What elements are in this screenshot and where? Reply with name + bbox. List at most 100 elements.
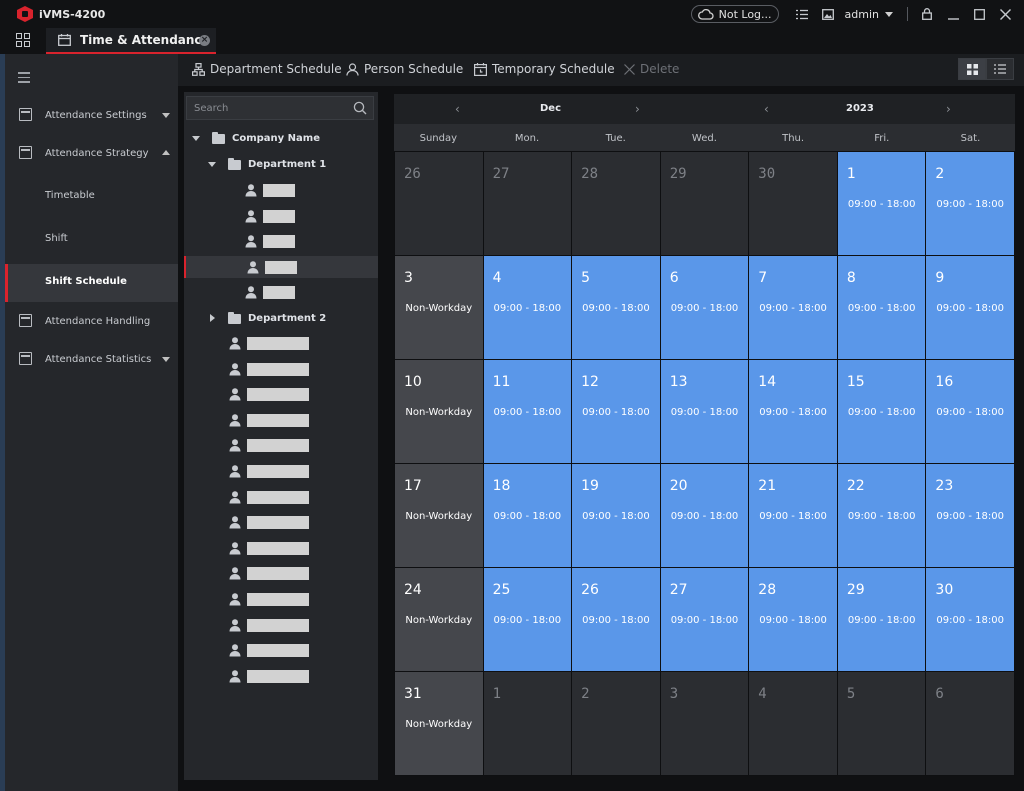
calendar-day-cell[interactable]: 22 09:00 - 18:00 [837,464,926,567]
calendar-day-cell[interactable]: 11 09:00 - 18:00 [483,360,572,463]
user-menu[interactable]: admin [845,8,893,21]
calendar-day-cell[interactable]: 10 Non-Workday [395,360,483,463]
tree-person-node[interactable] [184,614,378,636]
previous-month-icon[interactable]: ‹ [455,102,460,116]
calendar-day-cell[interactable]: 30 [749,152,837,255]
maximize-icon[interactable] [968,3,990,25]
calendar-day-cell[interactable]: 19 09:00 - 18:00 [572,464,660,567]
next-month-icon[interactable]: › [635,102,640,116]
calendar-day-cell[interactable]: 5 [837,672,926,775]
cloud-login-button[interactable]: Not Log... [690,5,779,23]
calendar-day-cell[interactable]: 2 [572,672,660,775]
expand-down-icon[interactable] [208,161,216,167]
calendar-day-cell[interactable]: 20 09:00 - 18:00 [660,464,749,567]
search-icon[interactable] [353,101,367,115]
tree-person-node[interactable] [184,332,378,354]
tab-time-attendance[interactable]: Time & Attendance × [46,28,216,54]
sidebar-item-attendance-strategy[interactable]: Attendance Strategy [5,134,178,172]
calendar-day-cell[interactable]: 27 [483,152,572,255]
sidebar-item-shift[interactable]: Shift [5,221,178,259]
calendar-day-cell[interactable]: 12 09:00 - 18:00 [572,360,660,463]
tree-search-input[interactable] [187,97,347,119]
calendar-day-cell[interactable]: 5 09:00 - 18:00 [572,256,660,359]
calendar-day-cell[interactable]: 15 09:00 - 18:00 [837,360,926,463]
calendar-day-cell[interactable]: 16 09:00 - 18:00 [926,360,1014,463]
tree-person-node[interactable] [184,537,378,559]
tree-person-node[interactable] [184,179,378,201]
lock-icon[interactable] [916,3,938,25]
department-schedule-button[interactable]: Department Schedule [192,62,342,76]
calendar-day-cell[interactable]: 17 Non-Workday [395,464,483,567]
calendar-day-cell[interactable]: 7 09:00 - 18:00 [749,256,837,359]
close-icon[interactable] [994,3,1016,25]
expand-right-icon[interactable] [210,314,215,322]
menu-collapse-icon[interactable] [18,72,30,86]
list-view-button[interactable] [986,58,1014,80]
calendar-view-button[interactable] [958,58,986,80]
calendar-day-cell[interactable]: 24 Non-Workday [395,568,483,671]
calendar-day-cell[interactable]: 26 [395,152,483,255]
calendar-day-cell[interactable]: 6 09:00 - 18:00 [660,256,749,359]
list-menu-icon[interactable] [791,3,813,25]
tree-person-node[interactable] [184,358,378,380]
temporary-schedule-button[interactable]: Temporary Schedule [474,62,615,76]
calendar-day-cell[interactable]: 31 Non-Workday [395,672,483,775]
calendar-day-cell[interactable]: 13 09:00 - 18:00 [660,360,749,463]
module-grid-icon[interactable] [16,33,30,47]
tree-person-node[interactable] [184,639,378,661]
minimize-icon[interactable] [942,3,964,25]
tree-person-node[interactable] [184,665,378,687]
calendar-day-cell[interactable]: 27 09:00 - 18:00 [660,568,749,671]
calendar-day-cell[interactable]: 23 09:00 - 18:00 [926,464,1014,567]
calendar-day-cell[interactable]: 21 09:00 - 18:00 [749,464,837,567]
calendar-day-cell[interactable]: 25 09:00 - 18:00 [483,568,572,671]
calendar-day-cell[interactable]: 30 09:00 - 18:00 [926,568,1014,671]
calendar-day-cell[interactable]: 29 [660,152,749,255]
tree-person-node[interactable] [184,383,378,405]
next-year-icon[interactable]: › [946,102,951,116]
person-schedule-button[interactable]: Person Schedule [346,62,463,76]
calendar-day-cell[interactable]: 4 09:00 - 18:00 [483,256,572,359]
calendar-day-cell[interactable]: 26 09:00 - 18:00 [572,568,660,671]
tree-department-1-node[interactable]: Department 1 [184,153,378,175]
calendar-day-cell[interactable]: 8 09:00 - 18:00 [837,256,926,359]
calendar-day-cell[interactable]: 3 [660,672,749,775]
tree-person-node[interactable] [184,205,378,227]
calendar-day-cell[interactable]: 6 [926,672,1014,775]
tree-person-node[interactable] [184,562,378,584]
tree-person-node[interactable] [184,486,378,508]
tab-close-icon[interactable]: × [199,35,210,46]
tree-person-node[interactable] [184,588,378,610]
calendar-icon [58,34,71,46]
sidebar-item-shift-schedule[interactable]: Shift Schedule [5,264,178,302]
sidebar-item-timetable[interactable]: Timetable [5,178,178,216]
day-number: 12 [581,374,599,390]
tree-person-node[interactable] [184,460,378,482]
tree-company-node[interactable]: Company Name [184,127,378,149]
calendar-day-cell[interactable]: 29 09:00 - 18:00 [837,568,926,671]
sidebar-item-attendance-settings[interactable]: Attendance Settings [5,96,178,134]
sidebar-item-attendance-handling[interactable]: Attendance Handling [5,302,178,340]
calendar-day-cell[interactable]: 2 09:00 - 18:00 [926,152,1014,255]
calendar-day-cell[interactable]: 3 Non-Workday [395,256,483,359]
sidebar-item-attendance-statistics[interactable]: Attendance Statistics [5,340,178,378]
tree-person-node[interactable] [184,230,378,252]
image-icon[interactable] [817,3,839,25]
tree-person-node[interactable] [184,511,378,533]
delete-button[interactable]: Delete [624,62,679,76]
calendar-day-cell[interactable]: 1 09:00 - 18:00 [837,152,926,255]
tree-person-node[interactable] [184,409,378,431]
calendar-day-cell[interactable]: 9 09:00 - 18:00 [926,256,1014,359]
tree-department-2-node[interactable]: Department 2 [184,307,378,329]
tree-person-node[interactable] [184,434,378,456]
calendar-day-cell[interactable]: 14 09:00 - 18:00 [749,360,837,463]
calendar-day-cell[interactable]: 18 09:00 - 18:00 [483,464,572,567]
calendar-day-cell[interactable]: 1 [483,672,572,775]
tree-person-node[interactable] [184,281,378,303]
calendar-day-cell[interactable]: 4 [749,672,837,775]
tree-person-node[interactable] [184,256,378,278]
previous-year-icon[interactable]: ‹ [764,102,769,116]
calendar-day-cell[interactable]: 28 [572,152,660,255]
expand-down-icon[interactable] [192,135,200,141]
calendar-day-cell[interactable]: 28 09:00 - 18:00 [749,568,837,671]
